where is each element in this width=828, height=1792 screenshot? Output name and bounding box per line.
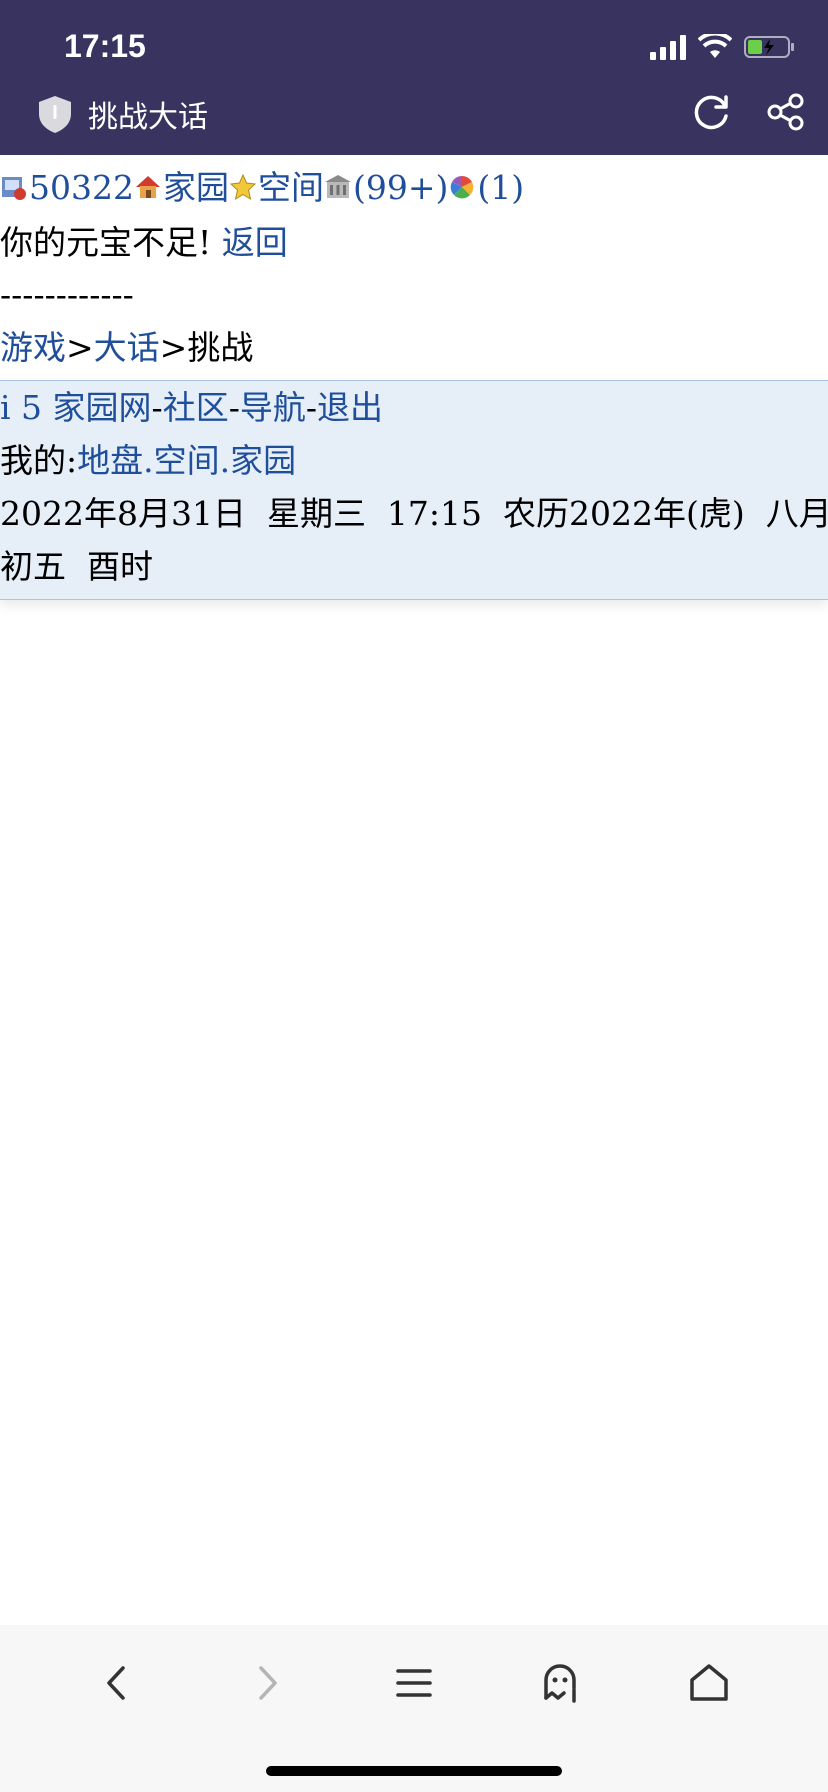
- territory-link[interactable]: 地盘: [77, 441, 143, 480]
- count-1-link[interactable]: (1): [477, 168, 524, 207]
- house-icon: [135, 176, 160, 198]
- ghost-icon: [544, 1664, 576, 1703]
- footer-dot: .: [219, 441, 231, 480]
- shield-icon: [39, 96, 71, 133]
- forward-icon: [259, 1666, 277, 1700]
- top-bar: 17:15 挑战大话: [0, 0, 828, 155]
- signal-icon: [650, 34, 686, 60]
- nav-link[interactable]: 导航: [240, 388, 306, 427]
- site-link[interactable]: i 5 家园网: [0, 388, 152, 427]
- footer-my-row: 我的:地盘.空间.家园: [0, 434, 828, 487]
- header-actions: [692, 92, 806, 132]
- top-links-row: 50322 家园 空间 (99+) (1): [0, 160, 828, 215]
- page-title: 挑战大话: [88, 100, 208, 135]
- pinwheel-icon: [451, 175, 474, 199]
- breadcrumb: 游戏>大话>挑战: [0, 320, 828, 375]
- footer-dash: -: [305, 388, 317, 427]
- separator-line: ------------: [0, 275, 134, 314]
- wifi-icon: [698, 34, 732, 58]
- bottom-toolbar: [0, 1625, 828, 1792]
- footer-dot: .: [143, 441, 154, 480]
- menu-icon: [396, 1669, 432, 1697]
- breadcrumb-game[interactable]: 游戏: [0, 328, 66, 367]
- breadcrumb-sep: >: [159, 328, 188, 367]
- building-icon: [324, 175, 351, 198]
- home-button[interactable]: [679, 1653, 739, 1713]
- message-row: 你的元宝不足! 返回: [0, 215, 828, 270]
- breadcrumb-sep: >: [66, 328, 94, 367]
- community-link[interactable]: 社区: [163, 388, 229, 427]
- date-line: 2022年8月31日 星期三 17:15 农历2022年(虎) 八月: [0, 494, 828, 533]
- footer-dash: -: [228, 388, 240, 427]
- count-99-link[interactable]: (99+): [353, 168, 448, 207]
- user-id-link[interactable]: 50322: [29, 168, 134, 207]
- status-icons: [650, 34, 796, 60]
- footer-links-row: i 5 家园网-社区-导航-退出: [0, 381, 828, 434]
- star-icon: [229, 173, 257, 201]
- space-link[interactable]: 空间: [258, 168, 324, 207]
- page-content: 50322 家园 空间 (99+) (1) 你的元宝不足! 返回 -------…: [0, 160, 828, 375]
- refresh-icon[interactable]: [692, 92, 732, 132]
- share-icon[interactable]: [766, 92, 806, 132]
- breadcrumb-dahua[interactable]: 大话: [94, 328, 160, 367]
- home-icon: [690, 1664, 728, 1701]
- forward-button[interactable]: [236, 1653, 296, 1713]
- my-space-link[interactable]: 空间: [154, 441, 220, 480]
- message-text: 你的元宝不足!: [0, 223, 212, 262]
- back-button[interactable]: [88, 1653, 148, 1713]
- my-label: 我的:: [0, 441, 78, 480]
- tabs-button[interactable]: [531, 1653, 591, 1713]
- status-time: 17:15: [64, 28, 146, 64]
- home-link[interactable]: 家园: [163, 168, 229, 207]
- home-indicator[interactable]: [266, 1766, 562, 1776]
- date-line-2: 初五 酉时: [0, 547, 153, 586]
- back-link[interactable]: 返回: [222, 223, 288, 262]
- my-home-link[interactable]: 家园: [230, 441, 296, 480]
- logout-link[interactable]: 退出: [317, 388, 383, 427]
- breadcrumb-current: 挑战: [187, 328, 254, 367]
- user-icon: [2, 177, 26, 200]
- menu-button[interactable]: [384, 1653, 444, 1713]
- footer-dash: -: [151, 388, 163, 427]
- page-title-row: 挑战大话: [36, 92, 208, 136]
- footer-box: i 5 家园网-社区-导航-退出 我的:地盘.空间.家园 2022年8月31日 …: [0, 380, 828, 600]
- battery-icon: [744, 36, 794, 58]
- back-icon: [107, 1666, 125, 1700]
